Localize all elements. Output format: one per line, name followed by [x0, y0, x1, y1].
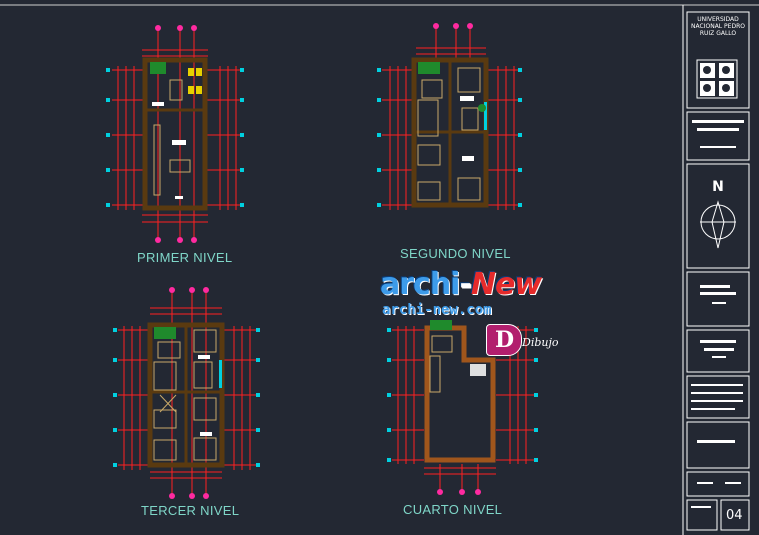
- watermark-site: archi-new.com: [382, 302, 492, 318]
- watermark-logo-letter: D: [495, 327, 515, 353]
- floor-plan-primer-nivel[interactable]: [106, 25, 244, 243]
- watermark-d-logo-icon: D: [486, 324, 522, 356]
- north-letter: N: [712, 179, 724, 195]
- plan-label-cuarto-nivel: CUARTO NIVEL: [403, 502, 503, 517]
- floor-plan-segundo-nivel[interactable]: [377, 23, 522, 210]
- north-arrow-icon: [700, 200, 736, 249]
- title-block-frame: [682, 5, 750, 535]
- plan-label-primer-nivel: PRIMER NIVEL: [137, 250, 233, 265]
- floor-plan-tercer-nivel[interactable]: [113, 287, 260, 499]
- university-seal: [696, 59, 738, 99]
- plan-label-segundo-nivel: SEGUNDO NIVEL: [400, 246, 511, 261]
- watermark-logo-text: Dibujo: [522, 336, 559, 349]
- plan-label-tercer-nivel: TERCER NIVEL: [141, 503, 240, 518]
- institution-name: UNIVERSIDAD NACIONAL PEDRO RUIZ GALLO: [691, 16, 745, 37]
- watermark-brand-main: archi: [380, 267, 460, 302]
- watermark-brand-accent: New: [470, 267, 542, 302]
- sheet-number: 04: [726, 508, 743, 523]
